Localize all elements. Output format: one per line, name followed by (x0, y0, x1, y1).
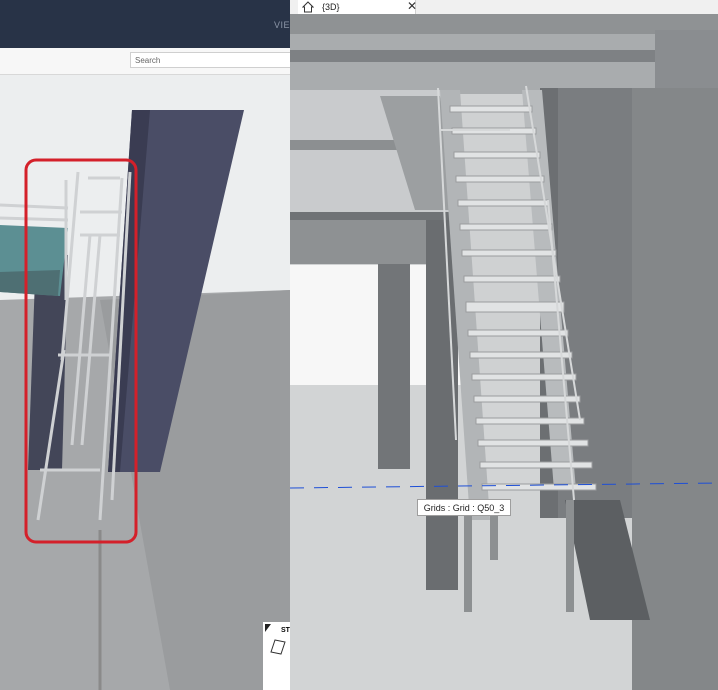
tab-3d-view[interactable]: {3D} ✕ (298, 0, 417, 14)
revit-3d-canvas[interactable] (290, 0, 718, 690)
viewer-3d-canvas[interactable] (0, 0, 290, 690)
view-tab-bar: {3D} ✕ (290, 0, 718, 14)
close-icon[interactable]: ✕ (407, 0, 417, 13)
revit-3d-view-pane[interactable]: {3D} ✕ Grids : Grid : Q50_3 (290, 0, 718, 690)
element-tooltip: Grids : Grid : Q50_3 (417, 499, 511, 516)
viewer-header-label: VIE (273, 20, 290, 30)
search-input[interactable]: Search (130, 52, 290, 68)
home-icon (302, 1, 314, 13)
viewcube-label: ST (281, 627, 290, 634)
viewer-header: VIE (0, 0, 290, 48)
viewcube-icon[interactable]: ST (263, 622, 290, 690)
tab-title: {3D} (322, 2, 340, 12)
model-viewer-pane[interactable]: VIE Search ST (0, 0, 290, 690)
viewer-toolbar: Search (0, 48, 290, 75)
